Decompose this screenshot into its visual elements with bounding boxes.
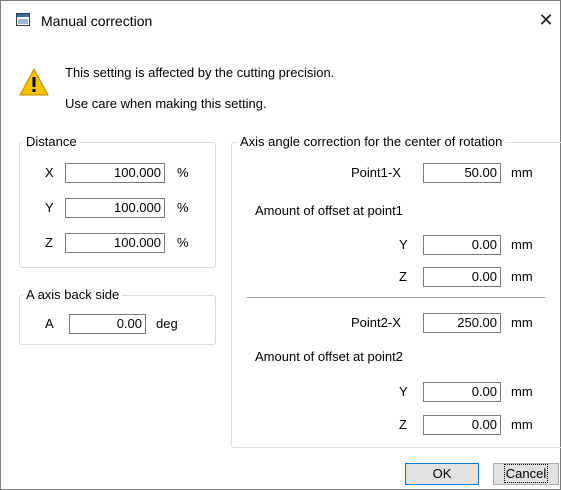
point1-x-label: Point1-X — [351, 165, 401, 180]
offset2-z-unit: mm — [511, 417, 533, 432]
a-axis-input[interactable]: 0.00 — [69, 314, 146, 334]
distance-y-input[interactable]: 100.000 — [65, 198, 165, 218]
offset1-z-input[interactable]: 0.00 — [423, 267, 501, 287]
app-window-icon — [16, 13, 30, 26]
point1-x-unit: mm — [511, 165, 533, 180]
manual-correction-dialog: Manual correction ✕ This setting is affe… — [0, 0, 561, 490]
warning-message-line1: This setting is affected by the cutting … — [65, 65, 335, 80]
a-axis-label: A — [45, 316, 54, 331]
close-button[interactable]: ✕ — [533, 7, 559, 35]
offset1-y-input[interactable]: 0.00 — [423, 235, 501, 255]
distance-x-input[interactable]: 100.000 — [65, 163, 165, 183]
offset1-z-unit: mm — [511, 269, 533, 284]
ok-button[interactable]: OK — [405, 463, 479, 485]
offset2-y-unit: mm — [511, 384, 533, 399]
distance-x-label: X — [45, 165, 54, 180]
distance-z-label: Z — [45, 235, 53, 250]
offset2-y-label: Y — [399, 384, 408, 399]
distance-legend: Distance — [23, 134, 80, 149]
points-separator — [247, 297, 545, 298]
a-axis-legend: A axis back side — [23, 287, 123, 302]
distance-z-input[interactable]: 100.000 — [65, 233, 165, 253]
point2-x-input[interactable]: 250.00 — [423, 313, 501, 333]
point1-x-input[interactable]: 50.00 — [423, 163, 501, 183]
offset1-y-unit: mm — [511, 237, 533, 252]
title-bar: Manual correction ✕ — [1, 1, 560, 41]
point2-x-unit: mm — [511, 315, 533, 330]
offset1-heading: Amount of offset at point1 — [255, 203, 403, 218]
warning-triangle-icon — [19, 67, 49, 96]
distance-y-label: Y — [45, 200, 54, 215]
offset2-z-input[interactable]: 0.00 — [423, 415, 501, 435]
cancel-button-label: Cancel — [503, 464, 549, 483]
point2-x-label: Point2-X — [351, 315, 401, 330]
distance-z-unit: % — [177, 235, 189, 250]
offset2-heading: Amount of offset at point2 — [255, 349, 403, 364]
offset2-z-label: Z — [399, 417, 407, 432]
window-title: Manual correction — [41, 13, 153, 29]
offset1-z-label: Z — [399, 269, 407, 284]
axis-angle-legend: Axis angle correction for the center of … — [237, 134, 506, 149]
offset1-y-label: Y — [399, 237, 408, 252]
axis-angle-group — [231, 142, 561, 448]
distance-x-unit: % — [177, 165, 189, 180]
a-axis-unit: deg — [156, 316, 178, 331]
cancel-button[interactable]: Cancel — [493, 463, 559, 485]
distance-y-unit: % — [177, 200, 189, 215]
warning-message-line2: Use care when making this setting. — [65, 96, 267, 111]
offset2-y-input[interactable]: 0.00 — [423, 382, 501, 402]
ok-button-label: OK — [432, 466, 452, 481]
